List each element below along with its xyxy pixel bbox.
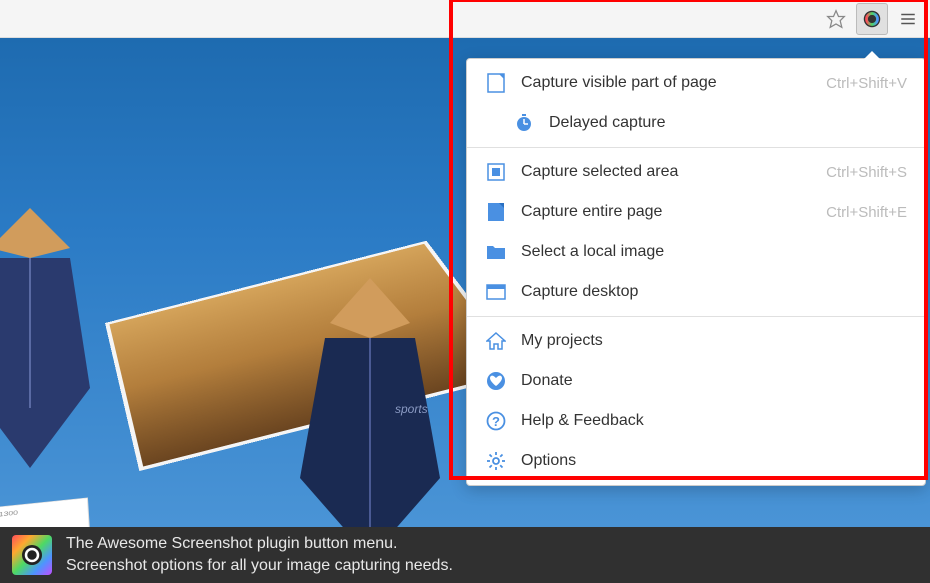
selection-icon (485, 161, 507, 183)
menu-capture-desktop[interactable]: Capture desktop (467, 272, 925, 312)
menu-delayed-capture[interactable]: Delayed capture (467, 103, 925, 143)
menu-label: Capture selected area (521, 163, 826, 181)
menu-capture-selected[interactable]: Capture selected area Ctrl+Shift+S (467, 152, 925, 192)
menu-select-local[interactable]: Select a local image (467, 232, 925, 272)
browser-toolbar (0, 0, 930, 38)
bookmark-star-button[interactable] (822, 5, 850, 33)
menu-label: Capture visible part of page (521, 74, 826, 92)
menu-label: Select a local image (521, 243, 907, 261)
kite-figure-1 (0, 208, 100, 473)
caption-text: The Awesome Screenshot plugin button men… (66, 533, 453, 576)
caption-line-1: The Awesome Screenshot plugin button men… (66, 533, 453, 555)
svg-text:?: ? (492, 414, 500, 429)
menu-my-projects[interactable]: My projects (467, 321, 925, 361)
caption-bar: The Awesome Screenshot plugin button men… (0, 527, 930, 583)
home-icon (485, 330, 507, 352)
menu-label: My projects (521, 332, 907, 350)
menu-capture-visible[interactable]: Capture visible part of page Ctrl+Shift+… (467, 63, 925, 103)
awesome-screenshot-extension-button[interactable] (856, 3, 888, 35)
menu-label: Donate (521, 372, 907, 390)
help-icon: ? (485, 410, 507, 432)
menu-label: Delayed capture (549, 114, 907, 132)
menu-shortcut: Ctrl+Shift+E (826, 204, 907, 221)
desktop-icon (485, 281, 507, 303)
awesome-screenshot-logo-icon (12, 535, 52, 575)
gear-icon (485, 450, 507, 472)
page-icon (485, 72, 507, 94)
menu-options[interactable]: Options (467, 441, 925, 481)
menu-label: Help & Feedback (521, 412, 907, 430)
menu-shortcut: Ctrl+Shift+S (826, 164, 907, 181)
extension-dropdown-menu: Capture visible part of page Ctrl+Shift+… (466, 58, 926, 486)
menu-divider (467, 147, 925, 148)
menu-divider (467, 316, 925, 317)
page-icon (485, 201, 507, 223)
chrome-menu-button[interactable] (894, 5, 922, 33)
menu-label: Options (521, 452, 907, 470)
caption-line-2: Screenshot options for all your image ca… (66, 555, 453, 577)
menu-capture-entire[interactable]: Capture entire page Ctrl+Shift+E (467, 192, 925, 232)
timer-icon (513, 112, 535, 134)
menu-label: Capture desktop (521, 283, 907, 301)
kite-figure-2: sports (290, 278, 450, 527)
background-small-card: 1300 (0, 497, 92, 527)
menu-label: Capture entire page (521, 203, 826, 221)
heart-icon (485, 370, 507, 392)
menu-help-feedback[interactable]: ? Help & Feedback (467, 401, 925, 441)
svg-text:sports: sports (395, 402, 428, 416)
folder-icon (485, 241, 507, 263)
menu-donate[interactable]: Donate (467, 361, 925, 401)
menu-shortcut: Ctrl+Shift+V (826, 75, 907, 92)
